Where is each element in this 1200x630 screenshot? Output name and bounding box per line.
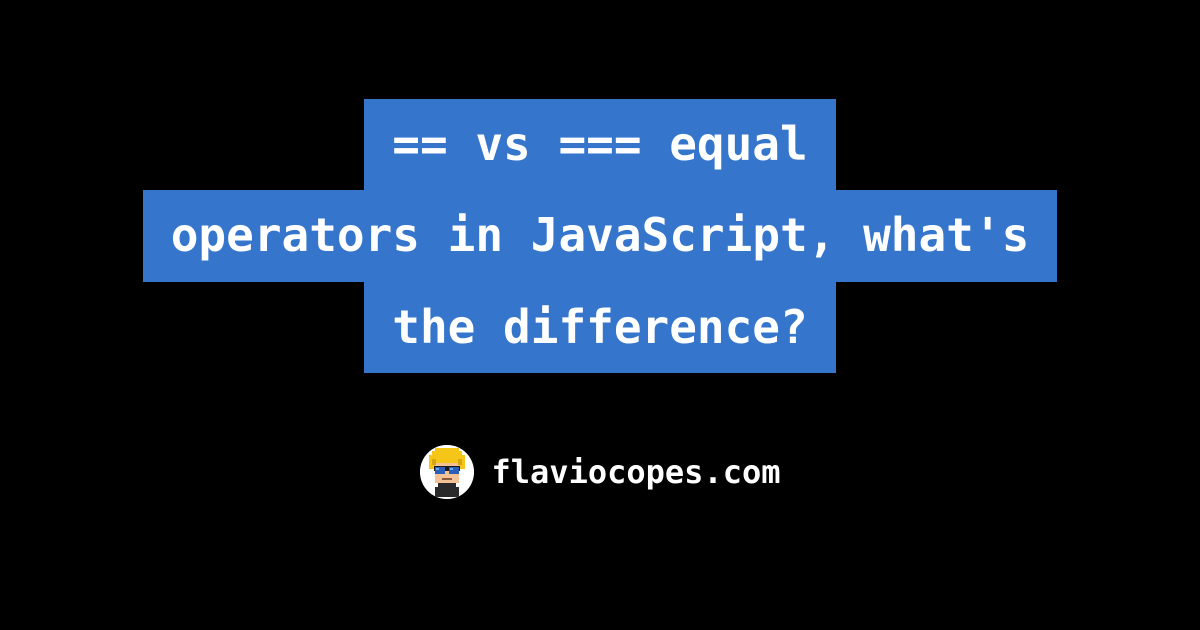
site-name: flaviocopes.com: [492, 453, 781, 491]
title-line-2: operators in JavaScript, what's: [143, 190, 1058, 281]
footer: flaviocopes.com: [420, 445, 781, 499]
title-line-3: the difference?: [364, 282, 835, 373]
article-title: == vs === equal operators in JavaScript,…: [143, 101, 1058, 375]
avatar-icon: [420, 445, 474, 499]
title-line-1: == vs === equal: [364, 99, 835, 190]
